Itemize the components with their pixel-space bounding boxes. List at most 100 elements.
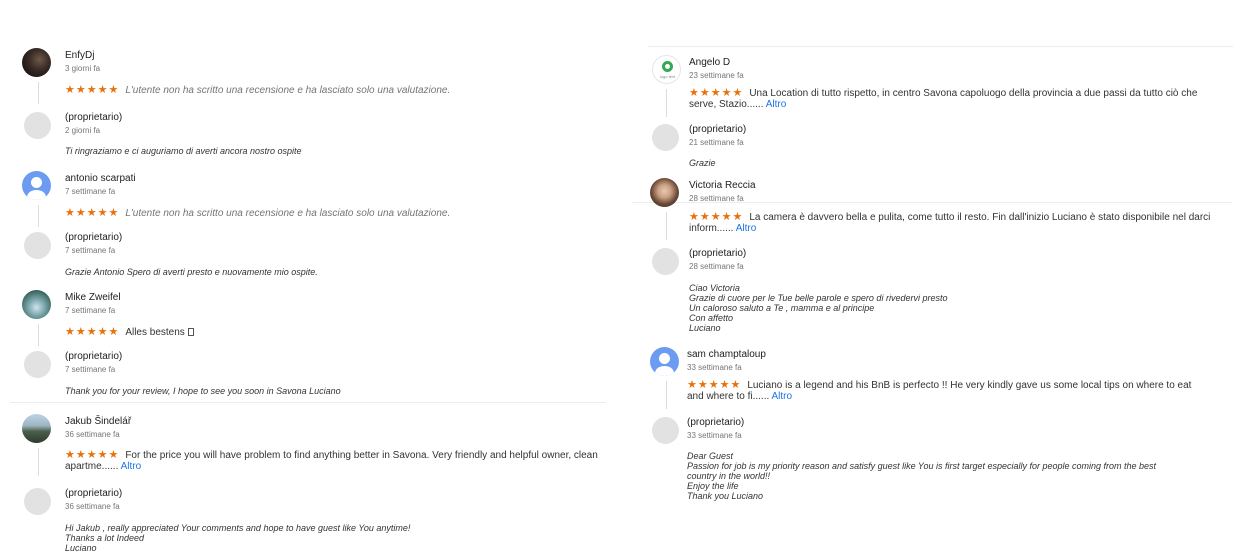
owner-reply: (proprietario) 7 settimane fa Thank you …: [22, 349, 606, 396]
owner-name: (proprietario): [687, 417, 745, 428]
review-body: ★★★★★ Una Location di tutto rispetto, in …: [689, 87, 1215, 111]
reply-line: Hi Jakub , really appreciated Your comme…: [65, 523, 411, 533]
reply-line: Thank you for your review, I hope to see…: [65, 386, 341, 396]
owner-avatar: [652, 417, 679, 444]
owner-reply: (proprietario) 7 settimane fa Grazie Ant…: [22, 230, 606, 277]
reply-time: 7 settimane fa: [65, 365, 116, 374]
more-link[interactable]: Altro: [736, 223, 757, 234]
owner-name: (proprietario): [65, 232, 123, 243]
review-time: 7 settimane fa: [65, 306, 116, 315]
reply-line: country in the world!!: [687, 471, 771, 481]
thread-line: [666, 212, 667, 240]
owner-reply: (proprietario) 33 settimane fa Dear Gues…: [650, 415, 1235, 501]
divider: [10, 402, 606, 403]
review-item: sam champtaloup 33 settimane fa ★★★★★ Luc…: [650, 347, 1235, 409]
review-time: 36 settimane fa: [65, 430, 120, 439]
review-time: 28 settimane fa: [689, 194, 744, 203]
review-body: ★★★★★ Alles bestens: [65, 327, 606, 338]
reply-time: 28 settimane fa: [689, 262, 744, 271]
review-body: ★★★★★ L'utente non ha scritto una recensi…: [65, 207, 606, 220]
owner-avatar: [24, 112, 51, 139]
thread-line: [38, 205, 39, 227]
star-rating: ★★★★★: [65, 207, 120, 219]
star-rating: ★★★★★: [65, 449, 120, 461]
reply-text: Hi Jakub , really appreciated Your comme…: [65, 523, 606, 553]
reply-text: Ti ringraziamo e ci auguriamo di averti …: [65, 146, 606, 156]
thread-line: [38, 448, 39, 476]
review-text: Alles bestens: [125, 327, 188, 338]
review-text: For the price you will have problem to f…: [65, 450, 598, 472]
reply-time: 21 settimane fa: [689, 138, 744, 147]
avatar[interactable]: [22, 171, 51, 200]
review-item: logo text Angelo D 23 settimane fa ★★★★★…: [650, 55, 1235, 117]
star-rating: ★★★★★: [689, 87, 744, 99]
reply-line: Un caloroso saluto a Te , mamma e al pri…: [689, 303, 875, 313]
reply-line: Grazie di cuore per le Tue belle parole …: [689, 293, 948, 303]
reviewer-name[interactable]: Mike Zweifel: [65, 292, 121, 303]
reply-line: Grazie Antonio Spero di averti presto e …: [65, 267, 318, 277]
owner-reply: (proprietario) 36 settimane fa Hi Jakub …: [22, 486, 606, 553]
owner-avatar: [652, 248, 679, 275]
reply-text: Grazie: [689, 158, 1235, 168]
reply-line: Enjoy the life: [687, 481, 739, 491]
logo-text: logo text: [659, 74, 676, 79]
reply-line: Con affetto: [689, 313, 734, 323]
avatar[interactable]: [650, 347, 679, 376]
review-item: Jakub Šindelář 36 settimane fa ★★★★★ For …: [22, 414, 606, 476]
owner-reply: (proprietario) 28 settimane fa Ciao Vict…: [650, 246, 1235, 333]
avatar[interactable]: [650, 178, 679, 207]
avatar[interactable]: logo text: [652, 55, 681, 84]
thread-line: [666, 381, 667, 409]
review-item: Mike Zweifel 7 settimane fa ★★★★★ Alles b…: [22, 290, 606, 346]
reply-time: 2 giorni fa: [65, 126, 101, 135]
owner-avatar: [24, 232, 51, 259]
reply-line: Grazie: [689, 158, 716, 168]
owner-avatar: [24, 488, 51, 515]
review-time: 23 settimane fa: [689, 71, 744, 80]
star-rating: ★★★★★: [65, 326, 120, 338]
review-text: La camera è davvero bella e pulita, come…: [689, 212, 1211, 234]
review-body: ★★★★★ L'utente non ha scritto una recensi…: [65, 84, 606, 97]
owner-avatar: [652, 124, 679, 151]
review-time: 33 settimane fa: [687, 363, 742, 372]
avatar[interactable]: [22, 48, 51, 77]
more-link[interactable]: Altro: [121, 461, 142, 472]
owner-reply: (proprietario) 21 settimane fa Grazie: [650, 122, 1235, 168]
avatar[interactable]: [22, 414, 51, 443]
reply-text: Grazie Antonio Spero di averti presto e …: [65, 267, 606, 277]
reviewer-name[interactable]: sam champtaloup: [687, 349, 766, 360]
review-body: ★★★★★ Luciano is a legend and his BnB is …: [687, 380, 1207, 403]
reply-line: Dear Guest: [687, 451, 734, 461]
more-link[interactable]: Altro: [772, 391, 793, 402]
divider: [648, 46, 1233, 47]
reviewer-name[interactable]: Victoria Reccia: [689, 180, 756, 191]
reply-line: Luciano: [65, 543, 97, 553]
reply-line: Luciano: [689, 323, 721, 333]
review-body: ★★★★★ For the price you will have problem…: [65, 449, 606, 473]
reply-line: Ciao Victoria: [689, 283, 740, 293]
reply-line: Thanks a lot Indeed: [65, 533, 145, 543]
review-time: 7 settimane fa: [65, 187, 116, 196]
owner-name: (proprietario): [65, 112, 123, 123]
more-link[interactable]: Altro: [766, 99, 787, 110]
review-item: Victoria Reccia 28 settimane fa ★★★★★ La …: [650, 178, 1235, 240]
owner-reply: (proprietario) 2 giorni fa Ti ringraziam…: [22, 110, 606, 156]
reviewer-name[interactable]: Angelo D: [689, 57, 730, 68]
reply-line: Thank you Luciano: [687, 491, 764, 501]
reviewer-name[interactable]: Jakub Šindelář: [65, 416, 131, 427]
logo-icon: [662, 61, 673, 72]
avatar[interactable]: [22, 290, 51, 319]
reply-time: 33 settimane fa: [687, 431, 742, 440]
thread-line: [38, 82, 39, 104]
reviewer-name[interactable]: EnfyDj: [65, 50, 94, 61]
review-text: L'utente non ha scritto una recensione e…: [125, 85, 451, 96]
reply-text: Ciao Victoria Grazie di cuore per le Tue…: [689, 283, 1235, 333]
reviewer-name[interactable]: antonio scarpati: [65, 173, 136, 184]
owner-name: (proprietario): [65, 488, 123, 499]
missing-glyph-icon: [187, 328, 194, 336]
thread-line: [666, 89, 667, 117]
star-rating: ★★★★★: [65, 84, 120, 96]
star-rating: ★★★★★: [689, 211, 744, 223]
reply-line: Ti ringraziamo e ci auguriamo di averti …: [65, 146, 302, 156]
owner-name: (proprietario): [689, 124, 747, 135]
